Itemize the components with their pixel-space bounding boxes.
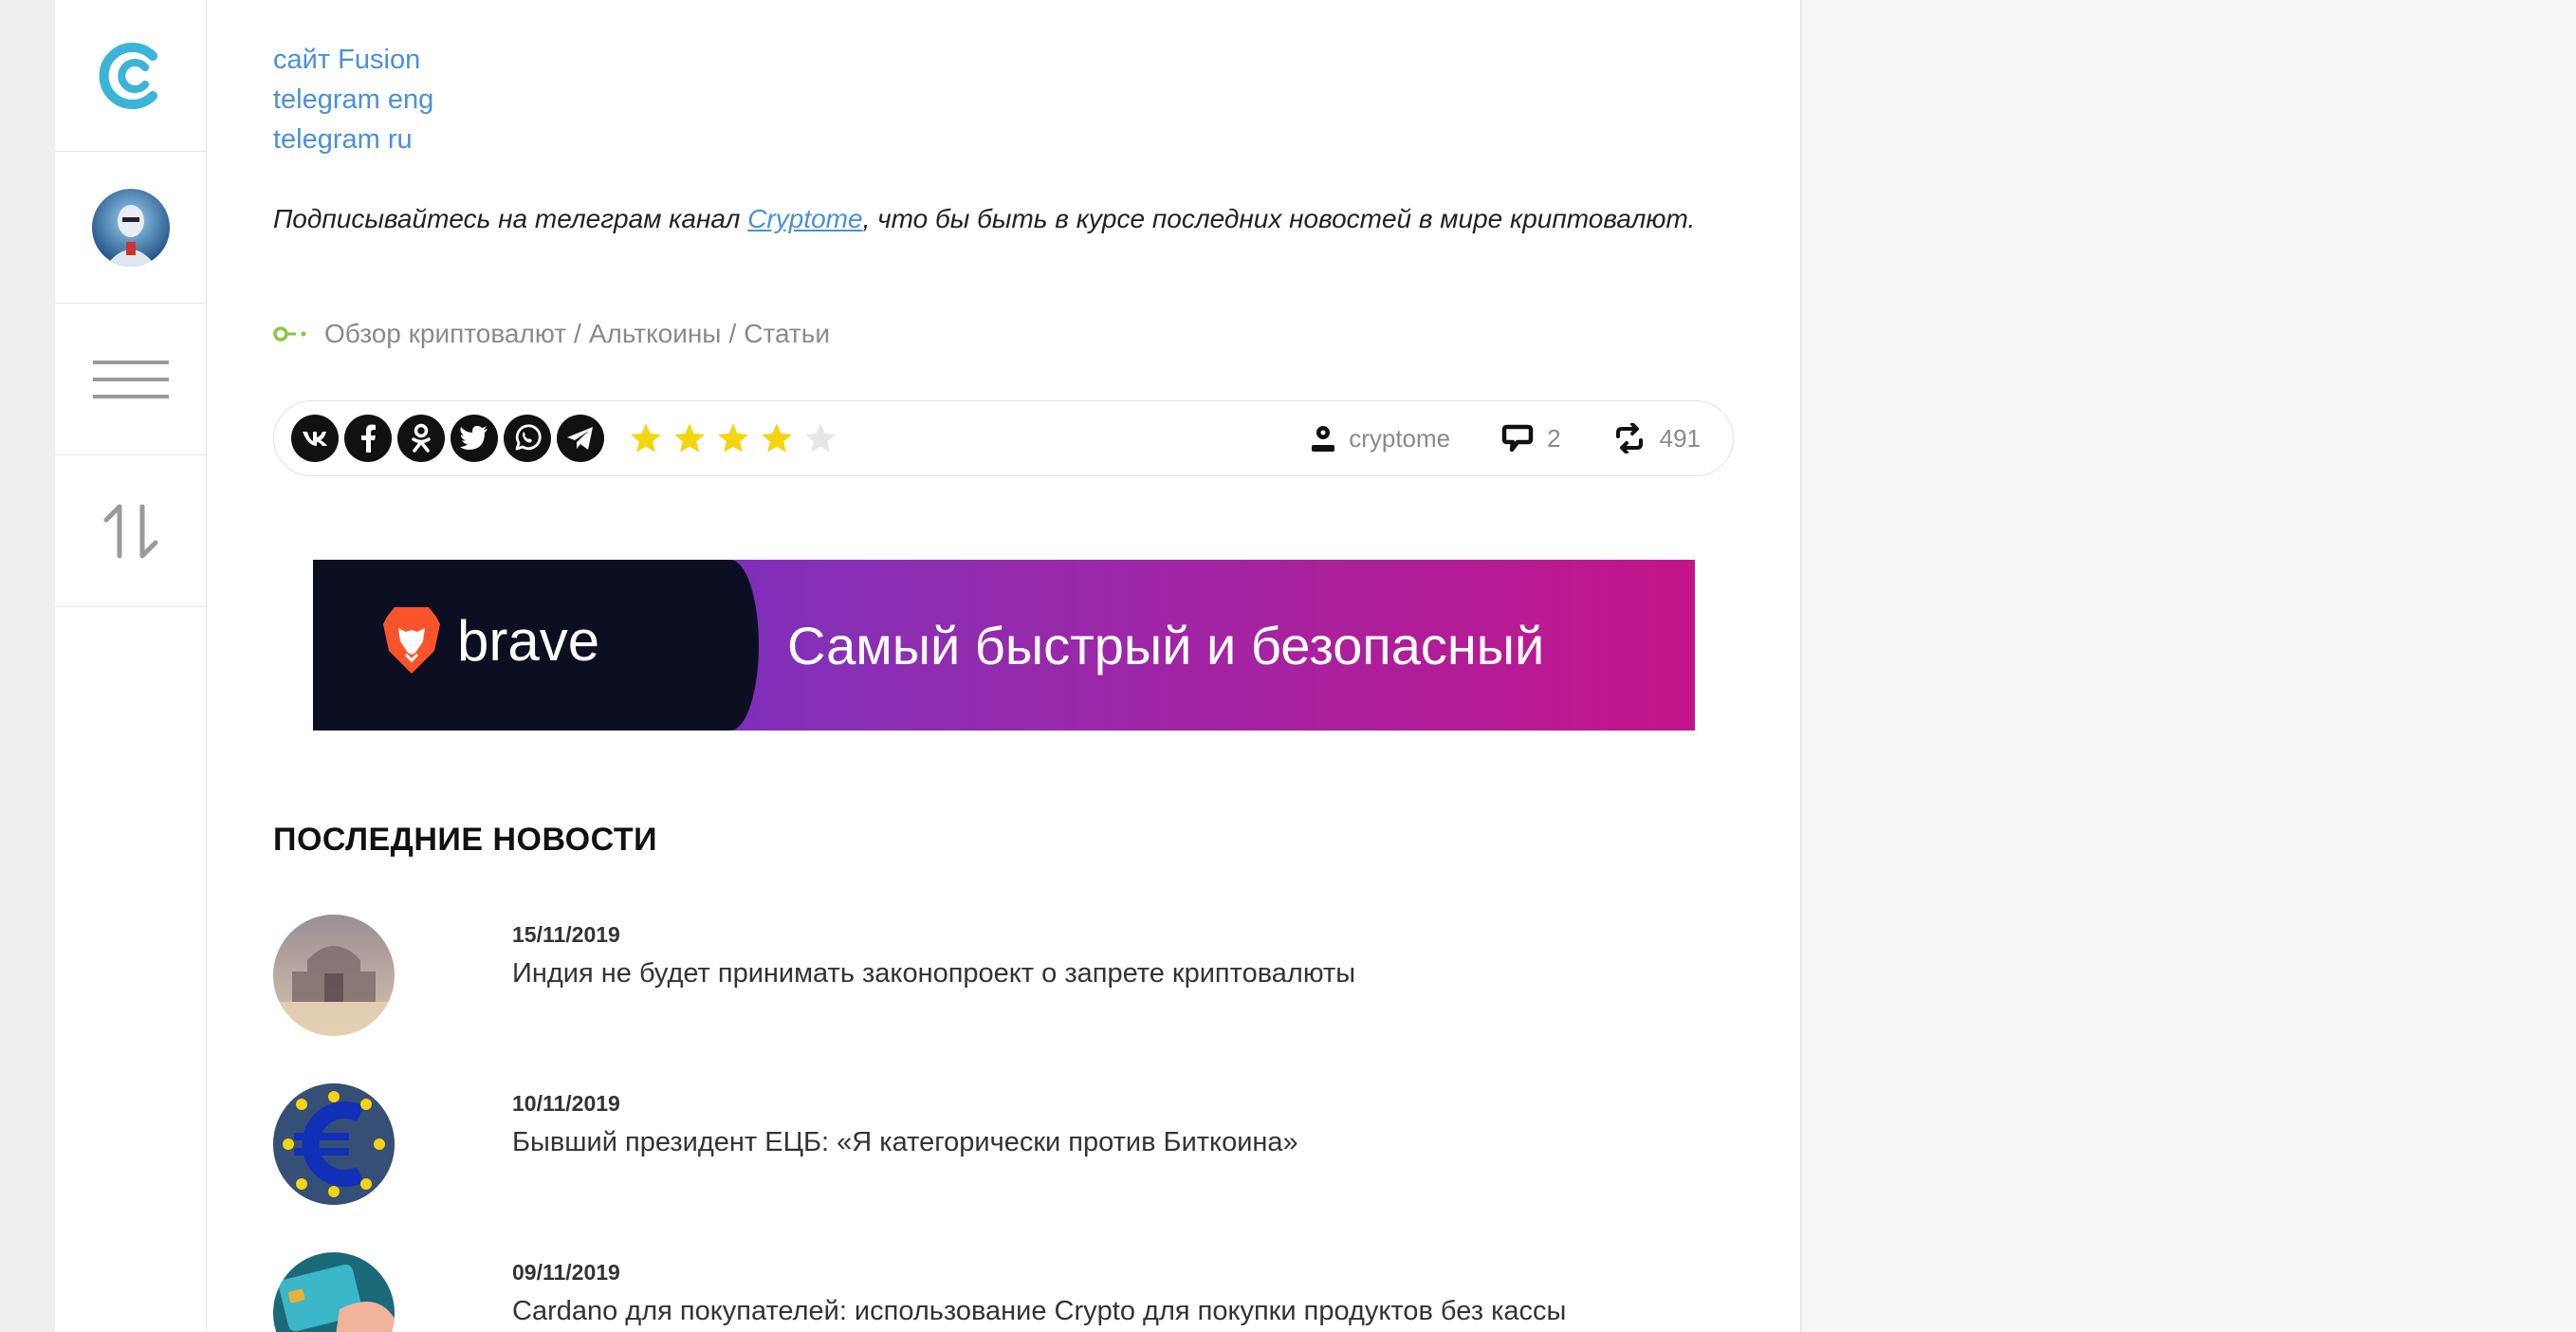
brave-lion-icon bbox=[383, 607, 440, 674]
user-icon bbox=[1312, 426, 1335, 452]
latest-news-heading: ПОСЛЕДНИЕ НОВОСТИ bbox=[273, 822, 658, 858]
news-thumbnail[interactable] bbox=[273, 1083, 395, 1205]
whatsapp-icon bbox=[515, 424, 542, 451]
post-meta: cryptome 2 491 bbox=[1311, 423, 1716, 453]
repost-arrows-icon bbox=[1615, 423, 1643, 453]
link-telegram-ru[interactable]: telegram ru bbox=[273, 120, 433, 159]
share-rating-bar: cryptome 2 491 bbox=[273, 400, 1734, 476]
link-fusion-site[interactable]: сайт Fusion bbox=[273, 40, 433, 80]
share-twitter-button[interactable] bbox=[451, 415, 498, 462]
news-thumbnail[interactable] bbox=[273, 1252, 395, 1332]
brave-wordmark: brave bbox=[457, 608, 600, 673]
star-filled-icon[interactable] bbox=[672, 421, 707, 455]
category-link-articles[interactable]: Статьи bbox=[744, 319, 830, 348]
share-buttons bbox=[291, 415, 604, 462]
link-telegram-eng[interactable]: telegram eng bbox=[273, 80, 433, 120]
resource-links: сайт Fusion telegram eng telegram ru bbox=[273, 40, 433, 159]
telegram-promo-text: Подписывайтесь на телеграм канал Cryptom… bbox=[273, 199, 1734, 239]
share-vk-button[interactable] bbox=[291, 415, 339, 462]
category-breadcrumb: Обзор криптовалют / Альткоины / Статьи bbox=[273, 319, 830, 349]
category-key-icon bbox=[273, 326, 306, 342]
brave-ad-banner[interactable]: brave Самый быстрый и безопасный bbox=[313, 560, 1695, 731]
news-thumbnail[interactable] bbox=[273, 915, 395, 1036]
comments-count: 2 bbox=[1547, 423, 1561, 453]
news-item[interactable]: 15/11/2019 Индия не будет принимать зако… bbox=[273, 915, 1753, 1038]
star-filled-icon[interactable] bbox=[716, 421, 750, 455]
news-date: 15/11/2019 bbox=[512, 922, 620, 947]
right-sidebar bbox=[1802, 0, 2576, 1332]
category-link-overview[interactable]: Обзор криптовалют bbox=[324, 319, 566, 348]
share-facebook-button[interactable] bbox=[344, 415, 392, 462]
left-rail bbox=[55, 0, 207, 1332]
news-headline[interactable]: Cardano для покупателей: использование C… bbox=[512, 1296, 1566, 1327]
article-column: сайт Fusion telegram eng telegram ru Под… bbox=[207, 0, 1801, 1332]
sort-cell[interactable] bbox=[55, 455, 206, 607]
author-name[interactable]: cryptome bbox=[1349, 424, 1450, 453]
twitter-icon bbox=[460, 426, 488, 450]
category-link-altcoins[interactable]: Альткоины bbox=[589, 319, 722, 348]
news-headline[interactable]: Бывший президент ЕЦБ: «Я категорически п… bbox=[512, 1127, 1298, 1158]
logo-cell[interactable] bbox=[55, 0, 206, 152]
views-info: 491 bbox=[1612, 423, 1701, 453]
news-headline[interactable]: Индия не будет принимать законопроект о … bbox=[512, 958, 1355, 990]
news-date: 10/11/2019 bbox=[512, 1091, 620, 1116]
hamburger-menu-icon[interactable] bbox=[92, 359, 169, 400]
author-info[interactable]: cryptome bbox=[1311, 424, 1450, 453]
share-odnoklassniki-button[interactable] bbox=[397, 415, 445, 462]
news-date: 09/11/2019 bbox=[512, 1260, 620, 1285]
news-item[interactable]: 10/11/2019 Бывший президент ЕЦБ: «Я кате… bbox=[273, 1083, 1753, 1207]
odnoklassniki-icon bbox=[412, 423, 431, 453]
news-item[interactable]: 09/11/2019 Cardano для покупателей: испо… bbox=[273, 1252, 1753, 1332]
share-telegram-button[interactable] bbox=[557, 415, 604, 462]
views-count: 491 bbox=[1659, 423, 1701, 453]
category-separator: / bbox=[728, 319, 737, 348]
comments-info[interactable]: 2 bbox=[1501, 423, 1561, 453]
brave-brand: brave bbox=[381, 605, 599, 675]
avatar-cell[interactable] bbox=[55, 152, 206, 304]
cryptome-link[interactable]: Cryptome bbox=[747, 204, 862, 233]
promo-text-after: , что бы быть в курсе последних новостей… bbox=[862, 204, 1696, 233]
avatar[interactable] bbox=[91, 188, 170, 267]
facebook-icon bbox=[361, 424, 376, 453]
rating-stars[interactable] bbox=[629, 421, 837, 455]
promo-text-before: Подписывайтесь на телеграм канал bbox=[273, 204, 748, 233]
comment-icon bbox=[1501, 424, 1534, 453]
menu-cell[interactable] bbox=[55, 304, 206, 455]
share-whatsapp-button[interactable] bbox=[504, 415, 551, 462]
category-separator: / bbox=[574, 319, 581, 348]
banner-tagline: Самый быстрый и безопасный bbox=[787, 615, 1545, 675]
sort-arrows-icon[interactable] bbox=[101, 501, 161, 562]
site-logo-icon[interactable] bbox=[90, 35, 172, 117]
star-empty-icon[interactable] bbox=[803, 421, 837, 455]
star-filled-icon[interactable] bbox=[760, 421, 794, 455]
vk-icon bbox=[303, 432, 327, 446]
telegram-icon bbox=[567, 427, 593, 450]
star-filled-icon[interactable] bbox=[629, 421, 663, 455]
